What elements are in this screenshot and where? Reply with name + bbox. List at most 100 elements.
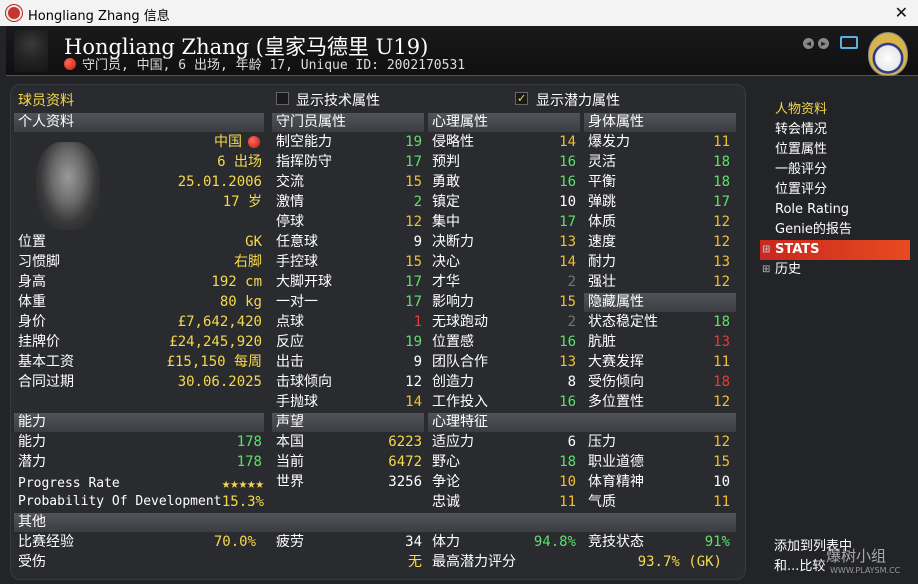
apps-value: 6 出场 [217, 154, 262, 170]
gk-row-value: 14 [405, 394, 422, 410]
sidebar-item-position-rating[interactable]: 位置评分 [760, 180, 910, 200]
personal-row-label: 位置 [18, 234, 46, 250]
progress-rate-row: Progress Rate ★★★★★ [18, 474, 264, 494]
personal-title: 个人资料 [14, 113, 264, 132]
gk-row: 任意球 9 [276, 232, 422, 252]
other-title: 其他 [14, 513, 736, 532]
reputation-row-label: 本国 [276, 434, 304, 450]
sidebar-item-position-attrs[interactable]: 位置属性 [760, 140, 910, 160]
physical-title: 身体属性 [584, 113, 736, 132]
show-tech-checkbox[interactable] [276, 92, 289, 105]
mental-row-label: 决心 [432, 254, 460, 270]
gk-row-label: 点球 [276, 314, 304, 330]
gk-row-value: 1 [413, 314, 422, 330]
trait-row: 适应力 6 [432, 432, 576, 452]
mental-row: 镇定 10 [432, 192, 576, 212]
stamina-value: 94.8% [533, 534, 576, 550]
fatigue-value: 34 [405, 534, 422, 550]
personal-row-value: £7,642,420 [177, 314, 262, 330]
gk-row-label: 指挥防守 [276, 154, 332, 170]
mental-row: 创造力 8 [432, 372, 576, 392]
mental-title: 心理属性 [428, 113, 580, 132]
sidebar-item-transfer[interactable]: 转会情况 [760, 120, 910, 140]
sidebar-item-genie-report[interactable]: Genie的报告 [760, 220, 910, 240]
form-row: 竞技状态 91% [588, 532, 730, 552]
trait-row-label: 忠诚 [432, 494, 460, 510]
player-info-text: 守门员, 中国, 6 出场, 年龄 17, Unique ID: 2002170… [82, 58, 466, 73]
gk-title: 守门员属性 [272, 113, 424, 132]
physical-row-value: 11 [713, 134, 730, 150]
compare-link[interactable]: 和...比较 [774, 555, 825, 574]
gk-row-label: 交流 [276, 174, 304, 190]
physical-row-label: 爆发力 [588, 134, 630, 150]
reputation-row: 世界 3256 [276, 472, 422, 492]
trait-row-value: 11 [559, 494, 576, 510]
avatar [14, 30, 48, 72]
ability-row: 能力 178 [18, 432, 262, 452]
mental-row-label: 决断力 [432, 234, 474, 250]
stats-label: STATS [775, 242, 820, 257]
physical-row-label: 强壮 [588, 274, 616, 290]
ability-row: 潜力 178 [18, 452, 262, 472]
camera-icon[interactable] [840, 36, 858, 49]
hidden-row-value: 11 [713, 354, 730, 370]
mental-row-value: 13 [559, 234, 576, 250]
trait-row-label: 压力 [588, 434, 616, 450]
prev-icon[interactable]: ◀ [803, 38, 814, 49]
injury-label: 受伤 [18, 554, 46, 570]
hidden-row-label: 受伤倾向 [588, 374, 644, 390]
gk-row: 反应 19 [276, 332, 422, 352]
reputation-title: 声望 [272, 413, 424, 432]
mental-row: 侵略性 14 [432, 132, 576, 152]
physical-row-value: 18 [713, 154, 730, 170]
stamina-label: 体力 [432, 534, 460, 550]
hidden-row: 肮脏 13 [588, 332, 730, 352]
ability-row-label: 潜力 [18, 454, 46, 470]
mental-row: 影响力 15 [432, 292, 576, 312]
gk-row-value: 2 [413, 194, 422, 210]
fatigue-label: 疲劳 [276, 534, 304, 550]
sidebar-item-profile[interactable]: 人物资料 [760, 100, 910, 120]
physical-row-value: 12 [713, 274, 730, 290]
sidebar-item-history[interactable]: ⊞ 历史 [760, 260, 910, 280]
form-label: 竞技状态 [588, 534, 644, 550]
mental-row-label: 影响力 [432, 294, 474, 310]
gk-row-value: 15 [405, 174, 422, 190]
injury-value: 无 [408, 554, 422, 570]
age-row: 17 岁 [110, 192, 262, 212]
trait-row-value: 10 [559, 474, 576, 490]
gk-row: 出击 9 [276, 352, 422, 372]
sidebar-item-role-rating[interactable]: Role Rating [760, 200, 910, 220]
physical-row-value: 12 [713, 214, 730, 230]
mental-row-label: 集中 [432, 214, 460, 230]
best-potential-row: 最高潜力评分 93.7% (GK) [432, 552, 722, 572]
sidebar-item-general-rating[interactable]: 一般评分 [760, 160, 910, 180]
trait-row: 职业道德 15 [588, 452, 730, 472]
expand-icon[interactable]: ⊞ [762, 260, 770, 280]
gk-row-label: 击球倾向 [276, 374, 332, 390]
gk-row-value: 9 [413, 354, 422, 370]
gk-row-value: 12 [405, 374, 422, 390]
gk-row: 停球 12 [276, 212, 422, 232]
next-icon[interactable]: ▶ [818, 38, 829, 49]
personal-row-label: 挂牌价 [18, 334, 60, 350]
reputation-row: 当前 6472 [276, 452, 422, 472]
personal-row-label: 体重 [18, 294, 46, 310]
show-potential-checkbox[interactable]: ✓ [515, 92, 528, 105]
gk-row-label: 激情 [276, 194, 304, 210]
hidden-row: 受伤倾向 18 [588, 372, 730, 392]
hidden-row-label: 大赛发挥 [588, 354, 644, 370]
title-bar: Hongliang Zhang 信息 ✕ [0, 0, 918, 26]
personal-row-value: £15,150 每周 [166, 354, 262, 370]
personal-row-label: 合同过期 [18, 374, 74, 390]
mental-row: 集中 17 [432, 212, 576, 232]
reputation-row-value: 6223 [388, 434, 422, 450]
gk-row: 交流 15 [276, 172, 422, 192]
personal-row-label: 身价 [18, 314, 46, 330]
gk-row: 手控球 15 [276, 252, 422, 272]
hidden-row: 大赛发挥 11 [588, 352, 730, 372]
close-button[interactable]: ✕ [895, 3, 908, 22]
sidebar-item-stats[interactable]: ⊞ STATS [760, 240, 910, 260]
personal-row-value: GK [245, 234, 262, 250]
expand-icon[interactable]: ⊞ [762, 240, 770, 260]
